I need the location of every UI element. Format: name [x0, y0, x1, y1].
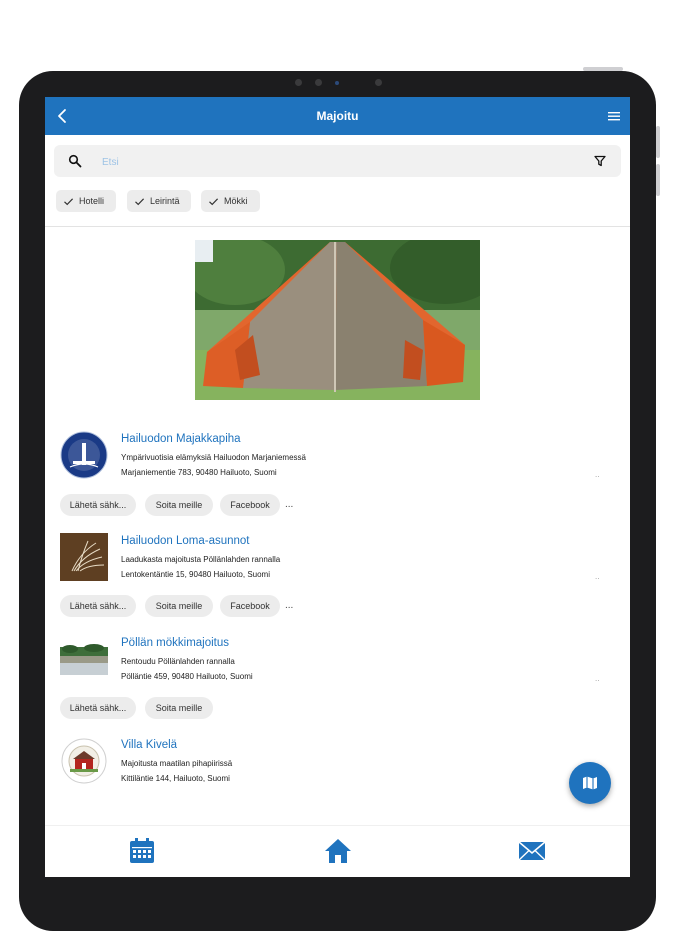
calendar-icon[interactable]	[127, 836, 157, 866]
bottom-navigation	[45, 825, 630, 877]
listing-more[interactable]: ..	[595, 572, 599, 581]
listing-title[interactable]: Hailuodon Majakkapiha	[121, 433, 241, 445]
check-icon	[135, 197, 145, 205]
app-screen: Majoitu Hotelli Leirintä Mökki	[45, 97, 630, 877]
call-button[interactable]: Soita meille	[145, 494, 213, 516]
filter-chip-label: Hotelli	[79, 196, 105, 206]
listing-more[interactable]: ..	[595, 470, 599, 479]
search-icon	[68, 154, 82, 168]
email-button[interactable]: Lähetä sähk...	[60, 494, 136, 516]
listing-title[interactable]: Pöllän mökkimajoitus	[121, 637, 229, 649]
camera-lens	[335, 81, 339, 85]
listing-title[interactable]: Hailuodon Loma-asunnot	[121, 535, 250, 547]
listing-address: Marjaniementie 783, 90480 Hailuoto, Suom…	[121, 468, 277, 477]
page-title: Majoitu	[316, 109, 359, 123]
divider	[45, 226, 630, 227]
more-actions-button[interactable]: ...	[285, 600, 293, 611]
email-button[interactable]: Lähetä sähk...	[60, 697, 136, 719]
call-button[interactable]: Soita meille	[145, 697, 213, 719]
camera-dot	[375, 79, 382, 86]
volume-button	[656, 164, 660, 196]
filter-chip-label: Mökki	[224, 196, 248, 206]
listing-description: Majoitusta maatilan pihapiirissä	[121, 759, 233, 768]
more-actions-button[interactable]: ...	[285, 499, 293, 510]
listing-more[interactable]: ..	[595, 674, 599, 683]
listing-description: Ympärivuotisia elämyksiä Hailuodon Marja…	[121, 453, 306, 462]
filter-chip-mokki[interactable]: Mökki	[201, 190, 260, 212]
camera-dot	[315, 79, 322, 86]
listing-description: Rentoudu Pöllänlahden rannalla	[121, 657, 235, 666]
volume-button	[656, 126, 660, 158]
camera-dot	[295, 79, 302, 86]
call-button[interactable]: Soita meille	[145, 595, 213, 617]
app-bar: Majoitu	[45, 97, 630, 135]
lakeside-photo-icon	[60, 635, 108, 683]
check-icon	[209, 197, 219, 205]
listing-title[interactable]: Villa Kivelä	[121, 739, 177, 751]
search-bar	[54, 145, 621, 177]
email-button[interactable]: Lähetä sähk...	[60, 595, 136, 617]
check-icon	[64, 197, 74, 205]
filter-icon[interactable]	[593, 154, 607, 168]
facebook-button[interactable]: Facebook	[220, 494, 280, 516]
mail-icon[interactable]	[517, 836, 547, 866]
top-button	[583, 67, 623, 71]
search-input[interactable]	[100, 153, 574, 171]
filter-chip-leirinta[interactable]: Leirintä	[127, 190, 191, 212]
home-icon[interactable]	[323, 836, 353, 866]
listing-address: Pölläntie 459, 90480 Hailuoto, Suomi	[121, 672, 253, 681]
listing-address: Lentokentäntie 15, 90480 Hailuoto, Suomi	[121, 570, 270, 579]
listing-address: Kittiläntie 144, Hailuoto, Suomi	[121, 774, 230, 783]
filter-chip-label: Leirintä	[150, 196, 180, 206]
listing-description: Laadukasta majoitusta Pöllänlahden ranna…	[121, 555, 281, 564]
lighthouse-logo-icon	[60, 431, 108, 479]
facebook-button[interactable]: Facebook	[220, 595, 280, 617]
filter-chip-hotelli[interactable]: Hotelli	[56, 190, 116, 212]
featured-tent-image	[195, 240, 480, 400]
map-fab-button[interactable]	[569, 762, 611, 804]
reed-logo-icon	[60, 533, 108, 581]
hamburger-menu-icon[interactable]	[606, 108, 622, 124]
villa-logo-icon	[61, 738, 107, 784]
map-icon	[583, 776, 597, 790]
